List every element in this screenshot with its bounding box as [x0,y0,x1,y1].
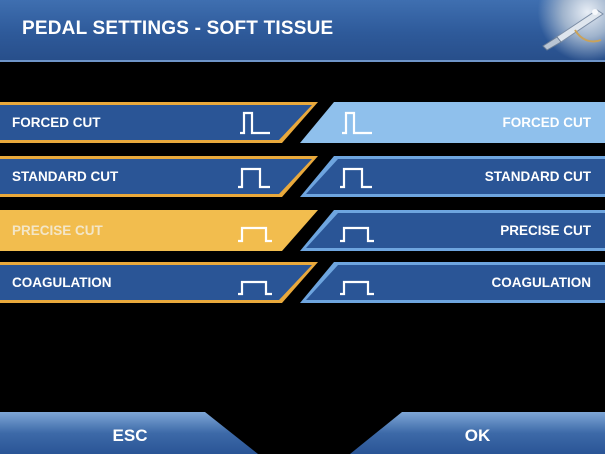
precise-cut-waveform-icon [238,226,272,243]
left-pedal-standard-cut-button[interactable]: STANDARD CUT [0,155,320,198]
right-pedal-precise-cut-button[interactable]: PRECISE CUT [298,209,605,252]
standard-cut-waveform-icon [340,167,372,189]
left-mode-label: PRECISE CUT [12,223,103,238]
left-mode-label: FORCED CUT [12,115,101,130]
forced-cut-waveform-icon [240,111,270,135]
right-mode-label: STANDARD CUT [484,169,591,184]
right-mode-label: PRECISE CUT [500,223,591,238]
precise-cut-waveform-icon [340,226,374,243]
standard-cut-waveform-icon [238,167,270,189]
mode-row-coagulation: COAGULATION COAGULATION [0,261,605,304]
left-mode-label: STANDARD CUT [12,169,119,184]
ok-label: OK [464,426,491,445]
coagulation-waveform-icon [340,280,374,296]
left-mode-label: COAGULATION [12,275,112,290]
right-pedal-forced-cut-button[interactable]: FORCED CUT [298,101,605,144]
forced-cut-waveform-icon [342,111,372,135]
right-pedal-coagulation-button[interactable]: COAGULATION [298,261,605,304]
right-mode-label: COAGULATION [491,275,592,290]
page-title: PEDAL SETTINGS - SOFT TISSUE [22,18,334,39]
ok-button[interactable]: OK [350,412,605,454]
left-pedal-coagulation-button[interactable]: COAGULATION [0,261,320,304]
left-pedal-precise-cut-button[interactable]: PRECISE CUT [0,209,320,252]
right-mode-label: FORCED CUT [502,115,592,130]
esc-button[interactable]: ESC [0,412,260,454]
esc-label: ESC [112,426,148,445]
right-pedal-standard-cut-button[interactable]: STANDARD CUT [298,155,605,198]
mode-row-standard-cut: STANDARD CUT STANDARD CUT [0,155,605,198]
mode-row-precise-cut: PRECISE CUT PRECISE CUT [0,209,605,252]
left-pedal-forced-cut-button[interactable]: FORCED CUT [0,101,320,144]
header-bar: PEDAL SETTINGS - SOFT TISSUE [0,0,605,62]
mode-row-forced-cut: FORCED CUT FORCED CUT [0,101,605,144]
coagulation-waveform-icon [238,280,272,296]
handpiece-icon [535,0,605,60]
